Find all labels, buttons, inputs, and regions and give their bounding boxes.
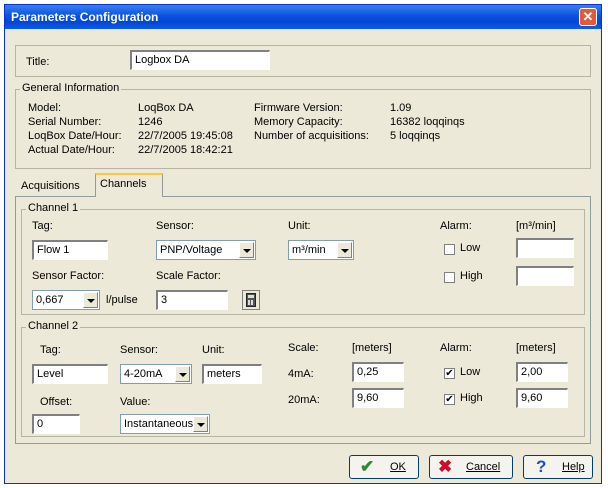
ch1-high-checkbox[interactable] bbox=[444, 272, 455, 283]
ch2-20ma-label: 20mA: bbox=[288, 394, 320, 406]
firmware-label: Firmware Version: bbox=[254, 102, 343, 114]
ch1-sensor-factor-select[interactable]: 0,667 bbox=[32, 290, 100, 310]
general-info-group: General Information Model: LoqBox DA Ser… bbox=[15, 82, 591, 169]
checkmark-icon: ✔ bbox=[445, 394, 454, 405]
close-icon: ✕ bbox=[582, 9, 594, 24]
ch1-tag-label: Tag: bbox=[32, 220, 53, 232]
model-value: LoqBox DA bbox=[138, 102, 194, 114]
cancel-button[interactable]: ✖ Cancel bbox=[429, 455, 513, 479]
chevron-down-icon[interactable] bbox=[193, 416, 208, 432]
ch1-unit-select[interactable]: m³/min bbox=[288, 240, 354, 260]
x-icon: ✖ bbox=[438, 457, 453, 476]
ch1-sensor-factor-unit: l/pulse bbox=[106, 294, 138, 306]
ch1-scale-factor-label: Scale Factor: bbox=[156, 270, 221, 282]
ch2-high-label: High bbox=[460, 392, 483, 404]
ch2-value-value: Instantaneous bbox=[124, 418, 193, 430]
ch2-alarm-unit: [meters] bbox=[516, 342, 556, 354]
memory-value: 16382 loqqinqs bbox=[390, 116, 465, 128]
model-label: Model: bbox=[28, 102, 62, 114]
cancel-label: Cancel bbox=[466, 461, 501, 473]
chevron-down-icon[interactable] bbox=[239, 242, 254, 258]
channel2-legend: Channel 2 bbox=[26, 320, 81, 332]
question-icon: ? bbox=[536, 457, 547, 476]
ch1-alarm-label: Alarm: bbox=[440, 220, 472, 232]
ch2-sensor-value: 4-20mA bbox=[124, 368, 163, 380]
ch2-value-select[interactable]: Instantaneous bbox=[120, 414, 210, 434]
ch2-4ma-label: 4mA: bbox=[288, 368, 314, 380]
channel1-group: Channel 1 Tag: Flow 1 Sensor: PNP/Voltag… bbox=[21, 202, 585, 315]
chevron-down-icon[interactable] bbox=[175, 366, 190, 382]
actual-datetime-label: Actual Date/Hour: bbox=[28, 144, 115, 156]
tab-acquisitions-label: Acquisitions bbox=[21, 180, 80, 192]
serial-value: 1246 bbox=[138, 116, 163, 128]
ch1-tag-input[interactable]: Flow 1 bbox=[32, 240, 108, 260]
window-title: Parameters Configuration bbox=[11, 10, 159, 24]
ch2-high-checkbox[interactable]: ✔ bbox=[444, 394, 455, 405]
calculator-icon bbox=[246, 293, 256, 307]
general-info-legend: General Information bbox=[20, 82, 122, 94]
acquisitions-label: Number of acquisitions: bbox=[254, 130, 369, 142]
ch1-sensor-label: Sensor: bbox=[156, 220, 194, 232]
ch2-scale-label: Scale: bbox=[288, 342, 319, 354]
close-button[interactable]: ✕ bbox=[579, 8, 597, 26]
actual-datetime-value: 22/7/2005 18:42:21 bbox=[138, 144, 233, 156]
ch2-unit-input[interactable]: meters bbox=[202, 364, 262, 384]
serial-label: Serial Number: bbox=[28, 116, 102, 128]
ch2-offset-label: Offset: bbox=[40, 396, 73, 408]
help-button[interactable]: ? Help bbox=[523, 455, 593, 479]
ch1-low-label: Low bbox=[460, 242, 481, 254]
tab-channels[interactable]: Channels bbox=[95, 173, 163, 197]
logbox-datetime-label: LoqBox Date/Hour: bbox=[28, 130, 122, 142]
ch2-scale-unit: [meters] bbox=[352, 342, 392, 354]
ch1-sensor-factor-label: Sensor Factor: bbox=[32, 270, 105, 282]
ch2-tag-label: Tag: bbox=[40, 344, 61, 356]
memory-label: Memory Capacity: bbox=[254, 116, 343, 128]
checkmark-icon: ✔ bbox=[445, 368, 454, 379]
ch1-alarm-unit: [m³/min] bbox=[516, 220, 556, 232]
ch1-sensor-value: PNP/Voltage bbox=[160, 244, 223, 256]
ch2-tag-input[interactable]: Level bbox=[32, 364, 108, 384]
dialog-window: Parameters Configuration ✕ Title: Logbox… bbox=[4, 4, 602, 484]
tab-acquisitions[interactable]: Acquisitions bbox=[17, 177, 97, 197]
ch2-high-input[interactable]: 9,60 bbox=[516, 388, 568, 408]
ch2-low-input[interactable]: 2,00 bbox=[516, 362, 568, 382]
ch1-high-input[interactable] bbox=[516, 266, 574, 286]
ok-label: OK bbox=[390, 461, 406, 473]
chevron-down-icon[interactable] bbox=[337, 242, 352, 258]
ok-button[interactable]: ✔ OK bbox=[349, 455, 419, 479]
ch1-unit-value: m³/min bbox=[292, 244, 326, 256]
ch2-offset-input[interactable]: 0 bbox=[32, 414, 80, 434]
logbox-datetime-value: 22/7/2005 19:45:08 bbox=[138, 130, 233, 142]
ch1-low-input[interactable] bbox=[516, 238, 574, 258]
title-label: Title: bbox=[26, 56, 50, 68]
channel2-group: Channel 2 Tag: Level Sensor: 4-20mA Unit… bbox=[21, 320, 585, 437]
ch1-unit-label: Unit: bbox=[288, 220, 311, 232]
calculator-button[interactable] bbox=[242, 290, 260, 310]
ch1-scale-factor-input[interactable]: 3 bbox=[156, 290, 228, 310]
ch2-unit-label: Unit: bbox=[202, 344, 225, 356]
title-bar[interactable]: Parameters Configuration ✕ bbox=[5, 5, 601, 29]
ch1-low-checkbox[interactable] bbox=[444, 244, 455, 255]
ch2-low-checkbox[interactable]: ✔ bbox=[444, 368, 455, 379]
ch2-low-label: Low bbox=[460, 366, 481, 378]
channel1-legend: Channel 1 bbox=[26, 202, 81, 214]
ch2-20ma-input[interactable]: 9,60 bbox=[352, 388, 404, 408]
checkmark-icon: ✔ bbox=[360, 457, 375, 476]
firmware-value: 1.09 bbox=[390, 102, 412, 114]
ch2-value-label: Value: bbox=[120, 396, 151, 408]
ch2-sensor-label: Sensor: bbox=[120, 344, 158, 356]
acquisitions-value: 5 loqqinqs bbox=[390, 130, 441, 142]
ch1-high-label: High bbox=[460, 270, 483, 282]
ch2-4ma-input[interactable]: 0,25 bbox=[352, 362, 404, 382]
tab-channels-label: Channels bbox=[100, 178, 147, 190]
chevron-down-icon[interactable] bbox=[83, 292, 98, 308]
title-input[interactable]: Logbox DA bbox=[130, 50, 270, 70]
ch2-sensor-select[interactable]: 4-20mA bbox=[120, 364, 192, 384]
ch2-alarm-label: Alarm: bbox=[440, 342, 472, 354]
title-frame: Title: Logbox DA bbox=[15, 45, 591, 77]
help-label: Help bbox=[562, 461, 585, 473]
ch1-sensor-factor-value: 0,667 bbox=[36, 294, 64, 306]
ch1-sensor-select[interactable]: PNP/Voltage bbox=[156, 240, 256, 260]
